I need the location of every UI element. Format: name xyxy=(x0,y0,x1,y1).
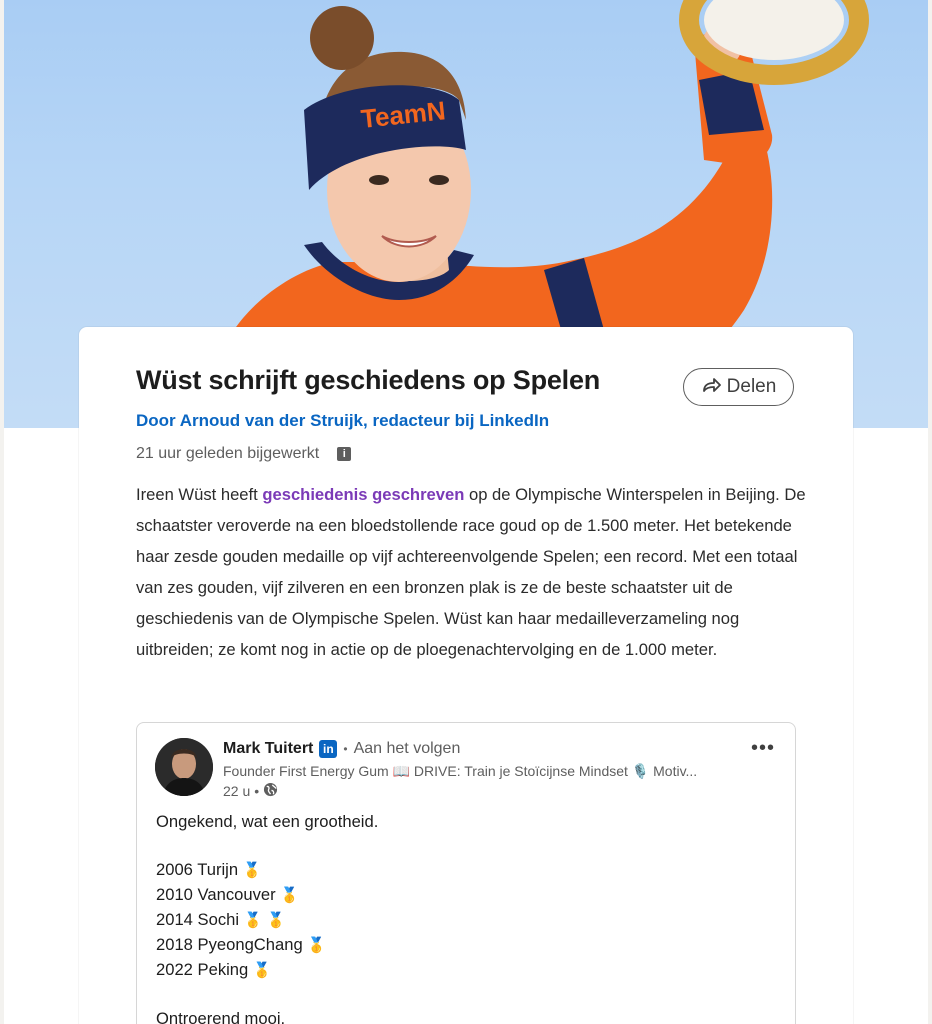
post-line: 2010 Vancouver 🥇 xyxy=(156,883,378,908)
embedded-post: Mark Tuitert in • Aan het volgen ••• Fou… xyxy=(136,722,796,1024)
article-byline[interactable]: Door Arnoud van der Struijk, redacteur b… xyxy=(136,411,549,431)
author-name[interactable]: Mark Tuitert xyxy=(223,740,313,758)
medal-icon: 🥇 xyxy=(242,862,262,879)
post-line-text: 2006 Turijn xyxy=(156,860,239,879)
globe-icon xyxy=(263,782,278,800)
share-icon xyxy=(701,377,721,398)
article-card: Wüst schrijft geschiedens op Spelen Dele… xyxy=(79,327,853,1024)
article-body: Ireen Wüst heeft geschiedenis geschreven… xyxy=(136,479,806,665)
author-headline: Founder First Energy Gum 📖 DRIVE: Train … xyxy=(223,763,698,779)
medal-icon: 🥇 xyxy=(280,887,299,904)
medal-icon: 🥇 xyxy=(307,937,327,954)
share-button[interactable]: Delen xyxy=(683,368,794,406)
medal-icon: 🥇 🥇 xyxy=(243,912,286,929)
body-text-end: op de Olympische Winterspelen in Beijing… xyxy=(136,485,806,659)
post-outro: Ontroerend mooi. xyxy=(156,1009,286,1024)
post-line: 2006 Turijn 🥇 xyxy=(156,858,378,883)
post-line-text: 2010 Vancouver xyxy=(156,885,276,904)
post-body: Ongekend, wat een grootheid. 2006 Turijn … xyxy=(156,810,378,1024)
follow-status: Aan het volgen xyxy=(353,740,461,757)
medal-icon: 🥇 xyxy=(252,962,272,979)
share-label: Delen xyxy=(726,376,777,397)
post-author: Mark Tuitert in • Aan het volgen xyxy=(223,740,460,758)
body-text-start: Ireen Wüst heeft xyxy=(136,485,263,504)
post-line-text: 2014 Sochi xyxy=(156,910,240,929)
post-line: 2018 PyeongChang 🥇 xyxy=(156,933,378,958)
article-updated: 21 uur geleden bijgewerkt i xyxy=(136,445,352,463)
post-line: 2022 Peking 🥇 xyxy=(156,958,378,983)
avatar[interactable] xyxy=(155,738,213,796)
post-time: 22 u xyxy=(223,783,251,799)
linkedin-icon: in xyxy=(319,740,338,758)
post-line: 2014 Sochi 🥇 🥇 xyxy=(156,908,378,933)
post-line-text: 2018 PyeongChang xyxy=(156,935,303,954)
separator-dot: • xyxy=(254,783,260,799)
history-link[interactable]: geschiedenis geschreven xyxy=(262,485,464,504)
post-meta: 22 u • xyxy=(223,782,278,800)
separator-dot: • xyxy=(343,742,348,756)
page: TeamN Wüst schrijft geschiedens op Spele… xyxy=(4,0,928,1024)
more-options-icon[interactable]: ••• xyxy=(751,737,775,760)
updated-text: 21 uur geleden bijgewerkt xyxy=(136,445,320,462)
article-title: Wüst schrijft geschiedens op Spelen xyxy=(136,365,601,395)
post-intro: Ongekend, wat een grootheid. xyxy=(156,812,379,831)
info-icon[interactable]: i xyxy=(337,447,352,461)
post-line-text: 2022 Peking xyxy=(156,960,249,979)
